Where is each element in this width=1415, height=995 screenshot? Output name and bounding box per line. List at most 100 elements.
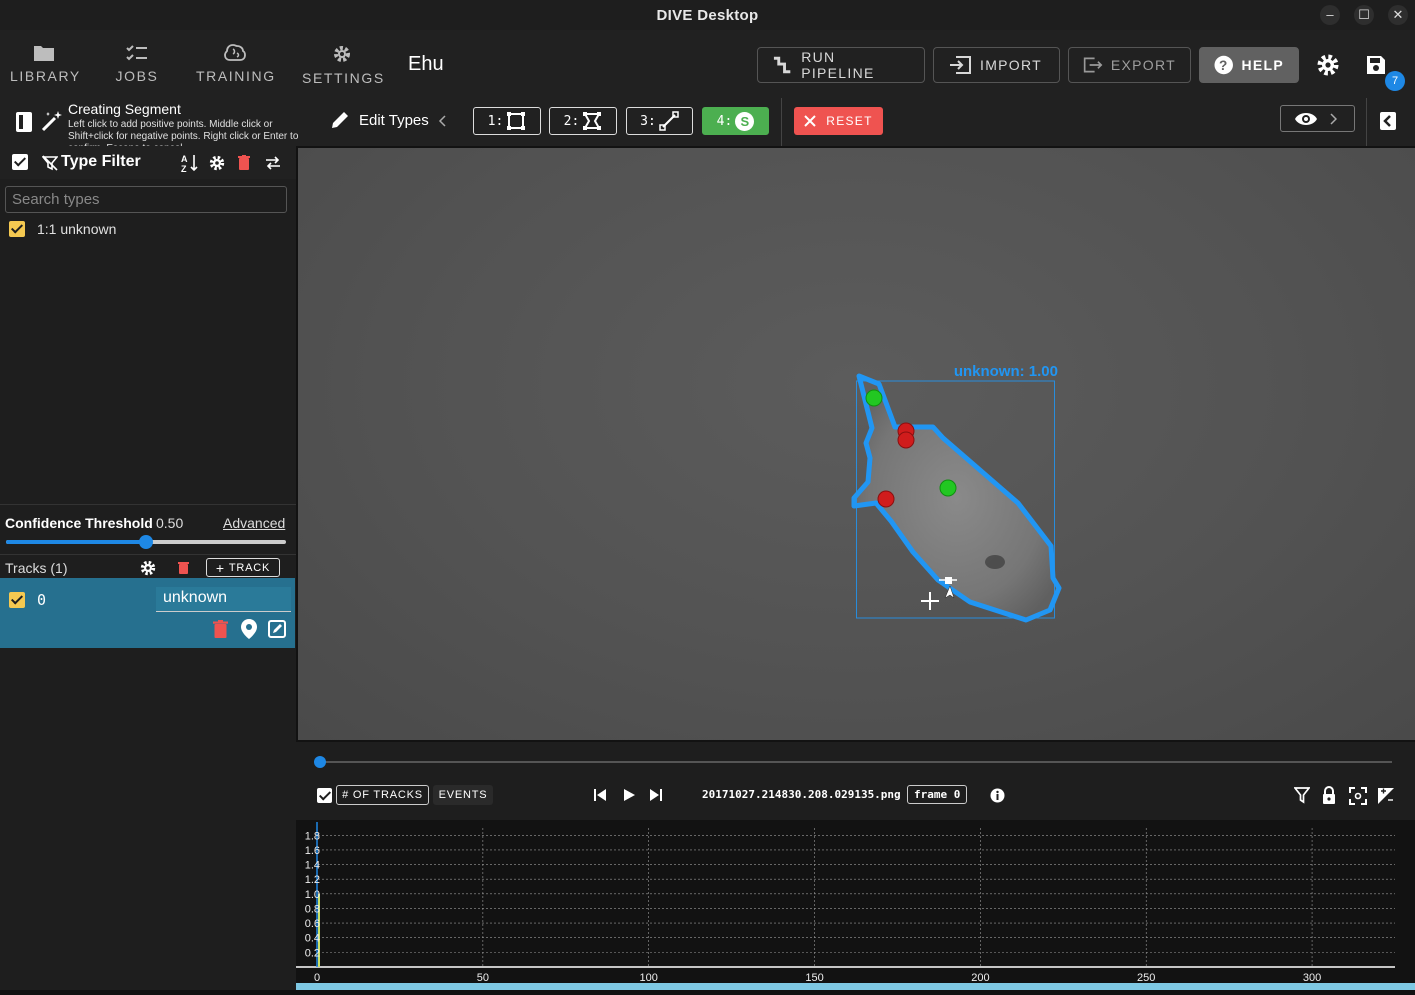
tab-number-of-tracks[interactable]: # OF TRACKS — [336, 785, 429, 805]
type-settings-gear-icon[interactable] — [209, 155, 225, 171]
mode-rectangle-label: 1: — [487, 113, 504, 129]
eye-icon — [1295, 113, 1317, 125]
tab-events[interactable]: EVENTS — [433, 785, 493, 805]
brain-icon — [224, 44, 246, 61]
playback-controls: # OF TRACKS EVENTS 20171027.214830.208.0… — [296, 742, 1415, 820]
chevron-left-icon[interactable] — [438, 115, 448, 127]
minimize-button[interactable]: – — [1320, 5, 1340, 25]
svg-text:Z: Z — [181, 164, 187, 173]
collapse-panel-icon[interactable] — [1379, 111, 1397, 131]
select-all-types-checkbox[interactable] — [12, 154, 28, 170]
export-icon — [1083, 57, 1103, 73]
delete-tracks-icon[interactable] — [178, 561, 189, 574]
positive-point[interactable] — [939, 479, 957, 497]
track-checkbox[interactable] — [9, 592, 25, 608]
cursor-crosshair-icon — [921, 585, 955, 610]
nav-jobs[interactable]: JOBS — [112, 40, 162, 90]
swap-icon[interactable] — [264, 155, 282, 171]
play-icon[interactable] — [622, 788, 636, 802]
add-track-button[interactable]: + TRACK — [206, 558, 280, 577]
mode-polygon-label: 2: — [563, 113, 580, 129]
image-viewer[interactable]: unknown: 1.00 — [298, 148, 1415, 740]
sidebar-toggle-icon[interactable] — [15, 111, 33, 133]
close-button[interactable]: ✕ — [1388, 5, 1408, 25]
frame-slider-track[interactable] — [320, 761, 1392, 763]
delete-types-icon[interactable] — [238, 155, 250, 170]
type-checkbox[interactable] — [9, 221, 25, 237]
location-pin-icon[interactable] — [241, 619, 257, 639]
plus-icon: + — [215, 559, 225, 576]
y-tick-label: 1.6 — [305, 845, 320, 857]
save-icon[interactable] — [1366, 55, 1386, 75]
lock-icon[interactable] — [1322, 786, 1336, 804]
info-icon[interactable] — [990, 788, 1005, 803]
mode-line-button[interactable]: 3: — [626, 107, 693, 135]
negative-point[interactable] — [877, 490, 895, 508]
polygon-icon — [583, 112, 602, 130]
mode-rectangle-button[interactable]: 1: — [473, 107, 541, 135]
maximize-button[interactable]: ☐ — [1354, 5, 1374, 25]
svg-text:A: A — [181, 154, 188, 164]
close-icon — [804, 115, 816, 127]
help-label: HELP — [1241, 57, 1284, 73]
positive-point[interactable] — [865, 389, 883, 407]
export-button[interactable]: EXPORT — [1068, 47, 1191, 83]
gear-icon — [334, 46, 350, 62]
edit-track-icon[interactable] — [268, 620, 286, 638]
confidence-slider-thumb[interactable] — [139, 535, 153, 549]
negative-point[interactable] — [897, 431, 915, 449]
nav-training[interactable]: TRAINING — [196, 40, 274, 90]
type-list-item[interactable]: 1:1 unknown — [9, 221, 116, 237]
settings-gear-icon[interactable] — [1316, 53, 1340, 77]
annotation-layer[interactable]: unknown: 1.00 — [298, 148, 1415, 740]
add-track-label: TRACK — [228, 561, 271, 574]
nav-jobs-label: JOBS — [115, 68, 159, 84]
mode-line-label: 3: — [640, 113, 656, 129]
import-label: IMPORT — [980, 57, 1042, 73]
skip-previous-icon[interactable] — [593, 788, 607, 802]
nav-training-label: TRAINING — [196, 68, 276, 84]
timeline-toggle-checkbox[interactable] — [317, 788, 332, 803]
reset-label: RESET — [826, 114, 873, 128]
advanced-link[interactable]: Advanced — [223, 515, 285, 531]
nav-settings[interactable]: SETTINGS — [302, 40, 383, 90]
pencil-icon — [332, 112, 348, 128]
track-type-input[interactable]: unknown — [156, 587, 291, 612]
folder-icon — [34, 46, 54, 61]
magic-wand-icon — [41, 111, 62, 132]
track-timeline[interactable]: 0.2 0.4 0.6 0.8 1.0 1.2 1.4 1.6 1.8 0 50 100 150 200… — [296, 820, 1415, 990]
track-settings-gear-icon[interactable] — [140, 560, 156, 576]
skip-next-icon[interactable] — [649, 788, 663, 802]
mode-polygon-button[interactable]: 2: — [549, 107, 617, 135]
filter-icon[interactable] — [1294, 787, 1310, 804]
fit-to-screen-icon[interactable] — [1349, 787, 1367, 805]
segment-icon: S — [735, 111, 755, 131]
image-enhance-icon[interactable] — [1377, 787, 1395, 805]
delete-track-icon[interactable] — [213, 620, 228, 638]
type-label: 1:1 unknown — [37, 221, 117, 237]
nav-library[interactable]: LIBRARY — [10, 40, 79, 90]
frame-slider-thumb[interactable] — [314, 756, 326, 768]
list-check-icon — [126, 45, 147, 61]
search-types-input[interactable]: Search types — [5, 186, 287, 213]
timeline-chart[interactable]: 0.2 0.4 0.6 0.8 1.0 1.2 1.4 1.6 1.8 0 50 100 150 200… — [296, 820, 1415, 990]
track-row[interactable]: 0 unknown — [0, 578, 295, 648]
sort-icon[interactable]: AZ — [181, 153, 199, 173]
x-tick-label: 50 — [477, 972, 489, 984]
divider — [0, 504, 296, 505]
import-button[interactable]: IMPORT — [933, 47, 1060, 83]
tracks-header: Tracks (1) — [5, 560, 68, 576]
edit-types-button[interactable]: Edit Types — [359, 112, 429, 129]
y-tick-label: 0.2 — [305, 947, 320, 959]
mode-segment-button[interactable]: 4: S — [702, 107, 769, 135]
reset-button[interactable]: RESET — [794, 107, 883, 135]
fish-dark-spot — [985, 555, 1005, 569]
visibility-toggle[interactable] — [1280, 105, 1355, 132]
x-tick-label: 200 — [971, 972, 989, 984]
frame-number: frame 0 — [907, 785, 968, 804]
x-tick-label: 300 — [1303, 972, 1321, 984]
svg-text:?: ? — [1219, 58, 1229, 73]
help-button[interactable]: ? HELP — [1199, 47, 1299, 83]
run-pipeline-button[interactable]: RUN PIPELINE — [757, 47, 925, 83]
mode-title: Creating Segment — [68, 101, 181, 117]
